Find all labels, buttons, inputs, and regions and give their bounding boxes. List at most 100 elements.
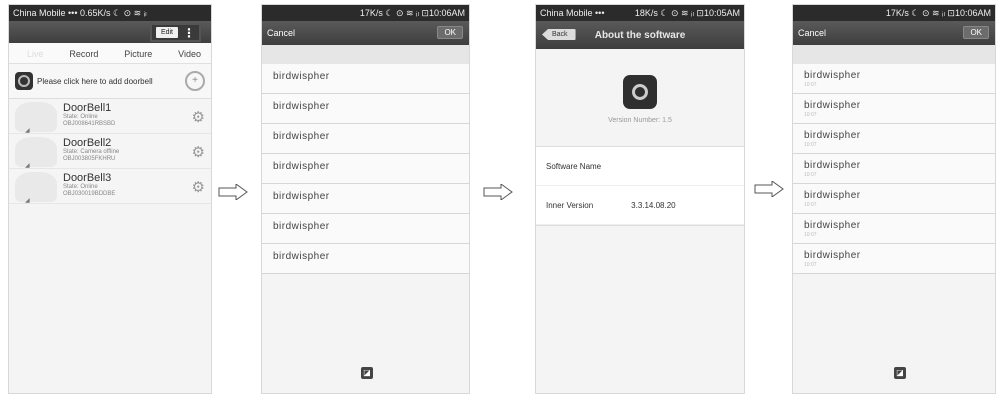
item-time: 10:07: [804, 82, 817, 88]
list-item[interactable]: birdwispher: [262, 154, 469, 184]
version-number: Version Number: 1.5: [608, 117, 672, 124]
doorbell-id: OBJ003805FKHRU: [63, 156, 116, 162]
nav-bar: Cancel OK: [262, 21, 469, 45]
page-title: About the software: [594, 30, 686, 41]
item-name: birdwispher: [273, 101, 330, 112]
gear-icon[interactable]: ⚙: [192, 178, 205, 196]
list-item[interactable]: birdwispher 10:07: [793, 214, 995, 244]
list-item[interactable]: birdwispher: [262, 64, 469, 94]
inner-version-row: Inner Version 3.3.14.08.20: [536, 186, 744, 225]
status-right: 17K/s ☾ ⊙ ≋ ᵢₗ ⊡10:06AM: [885, 8, 991, 18]
item-name: birdwispher: [273, 71, 330, 82]
ok-button[interactable]: OK: [437, 26, 463, 39]
list-item[interactable]: birdwispher: [262, 124, 469, 154]
tab-video[interactable]: Video: [178, 49, 201, 59]
item-time: 10:07: [804, 262, 817, 268]
doorbell-row[interactable]: DoorBell2 State: Camera offline OBJ00380…: [9, 134, 211, 169]
screen-device-select-timed: 17K/s ☾ ⊙ ≋ ᵢₗ ⊡10:06AM Cancel OK birdwi…: [792, 4, 996, 394]
refresh-icon[interactable]: ◪: [361, 367, 373, 379]
item-name: birdwispher: [273, 161, 330, 172]
item-time: 10:07: [804, 142, 817, 148]
overflow-menu-icon[interactable]: ⋮: [183, 27, 195, 39]
tab-bar: Live Record Picture Video: [9, 43, 211, 64]
doorbell-state: State: Camera offline: [63, 149, 120, 155]
doorbell-row[interactable]: DoorBell3 State: Online OBJ030019BDDBE ⚙: [9, 169, 211, 204]
right-arrow-icon: [218, 184, 248, 200]
software-name-row: Software Name: [536, 147, 744, 186]
screen-about: China Mobile ••• 18K/s ☾ ⊙ ≋ ᵢₗ ⊡10:05AM…: [535, 4, 745, 394]
status-bar: 17K/s ☾ ⊙ ≋ ᵢₗ ⊡10:06AM: [793, 5, 995, 21]
list-item[interactable]: birdwispher 10:07: [793, 244, 995, 274]
inner-version-label: Inner Version: [546, 200, 594, 210]
list-header-gap: [793, 45, 995, 64]
item-name: birdwispher: [273, 191, 330, 202]
doorbell-name: DoorBell2: [63, 137, 112, 149]
edit-button[interactable]: Edit: [155, 27, 178, 38]
tab-picture[interactable]: Picture: [124, 49, 152, 59]
refresh-icon[interactable]: ◪: [894, 367, 906, 379]
list-item[interactable]: birdwispher 10:07: [793, 94, 995, 124]
right-arrow-icon: [483, 184, 513, 200]
doorbell-id: OBJ030019BDDBE: [63, 191, 116, 197]
info-card: Software Name Inner Version 3.3.14.08.20: [536, 146, 744, 226]
status-right: 18K/s ☾ ⊙ ≋ ᵢₗ ⊡10:05AM: [634, 8, 740, 18]
item-name: birdwispher: [804, 250, 861, 261]
list-item[interactable]: birdwispher 10:07: [793, 124, 995, 154]
item-name: birdwispher: [804, 190, 861, 201]
list-item[interactable]: birdwispher: [262, 244, 469, 274]
item-name: birdwispher: [804, 70, 861, 81]
list-item[interactable]: birdwispher: [262, 94, 469, 124]
right-arrow-icon: [754, 181, 784, 197]
status-bar: China Mobile ••• 0.65K/s ☾ ⊙ ≋ ᵢₗ: [9, 5, 211, 21]
nav-bar: Edit ⋮: [9, 21, 211, 43]
app-logo-icon: [623, 75, 657, 109]
doorbell-state: State: Online: [63, 184, 98, 190]
doorbell-name: DoorBell3: [63, 172, 112, 184]
edit-menu-highlight: Edit ⋮: [149, 23, 201, 42]
doorbell-state: State: Online: [63, 114, 98, 120]
nav-bar: Back About the software: [536, 21, 744, 49]
status-left: China Mobile •••: [540, 8, 605, 18]
add-icon[interactable]: +: [185, 71, 205, 91]
item-name: birdwispher: [273, 221, 330, 232]
list-item[interactable]: birdwispher: [262, 214, 469, 244]
software-name-label: Software Name: [546, 161, 602, 171]
doorbell-thumbnail: [15, 137, 57, 169]
item-name: birdwispher: [804, 130, 861, 141]
tab-record[interactable]: Record: [69, 49, 98, 59]
cancel-button[interactable]: Cancel: [798, 28, 826, 38]
nav-bar: Cancel OK: [793, 21, 995, 45]
doorbell-row[interactable]: DoorBell1 State: Online OBJ008641RBSBD ⚙: [9, 99, 211, 134]
status-left: China Mobile ••• 0.65K/s ☾ ⊙ ≋ ᵢₗ: [13, 8, 147, 18]
inner-version-value: 3.3.14.08.20: [631, 200, 676, 210]
cancel-button[interactable]: Cancel: [267, 28, 295, 38]
item-name: birdwispher: [273, 131, 330, 142]
item-name: birdwispher: [804, 100, 861, 111]
item-time: 10:07: [804, 112, 817, 118]
list-item[interactable]: birdwispher 10:07: [793, 184, 995, 214]
ok-button[interactable]: OK: [963, 26, 989, 39]
add-doorbell-text: Please click here to add doorbell: [37, 76, 153, 86]
camera-icon: [15, 72, 33, 90]
item-time: 10:07: [804, 202, 817, 208]
gear-icon[interactable]: ⚙: [192, 143, 205, 161]
screen-device-select: 17K/s ☾ ⊙ ≋ ᵢₗ ⊡10:06AM Cancel OK birdwi…: [261, 4, 470, 394]
status-bar: 17K/s ☾ ⊙ ≋ ᵢₗ ⊡10:06AM: [262, 5, 469, 21]
screen-doorbell-list: China Mobile ••• 0.65K/s ☾ ⊙ ≋ ᵢₗ Edit ⋮…: [8, 4, 212, 394]
list-item[interactable]: birdwispher 10:07: [793, 64, 995, 94]
list-item[interactable]: birdwispher: [262, 184, 469, 214]
list-header-gap: [262, 45, 469, 64]
item-name: birdwispher: [804, 160, 861, 171]
gear-icon[interactable]: ⚙: [192, 108, 205, 126]
doorbell-name: DoorBell1: [63, 102, 112, 114]
list-item[interactable]: birdwispher 10:07: [793, 154, 995, 184]
tab-live[interactable]: Live: [27, 49, 44, 59]
item-name: birdwispher: [273, 251, 330, 262]
add-doorbell-row[interactable]: Please click here to add doorbell +: [9, 64, 211, 99]
status-right: 17K/s ☾ ⊙ ≋ ᵢₗ ⊡10:06AM: [359, 8, 465, 18]
status-bar: China Mobile ••• 18K/s ☾ ⊙ ≋ ᵢₗ ⊡10:05AM: [536, 5, 744, 21]
item-name: birdwispher: [804, 220, 861, 231]
doorbell-id: OBJ008641RBSBD: [63, 121, 116, 127]
doorbell-thumbnail: [15, 102, 57, 134]
item-time: 10:07: [804, 172, 817, 178]
